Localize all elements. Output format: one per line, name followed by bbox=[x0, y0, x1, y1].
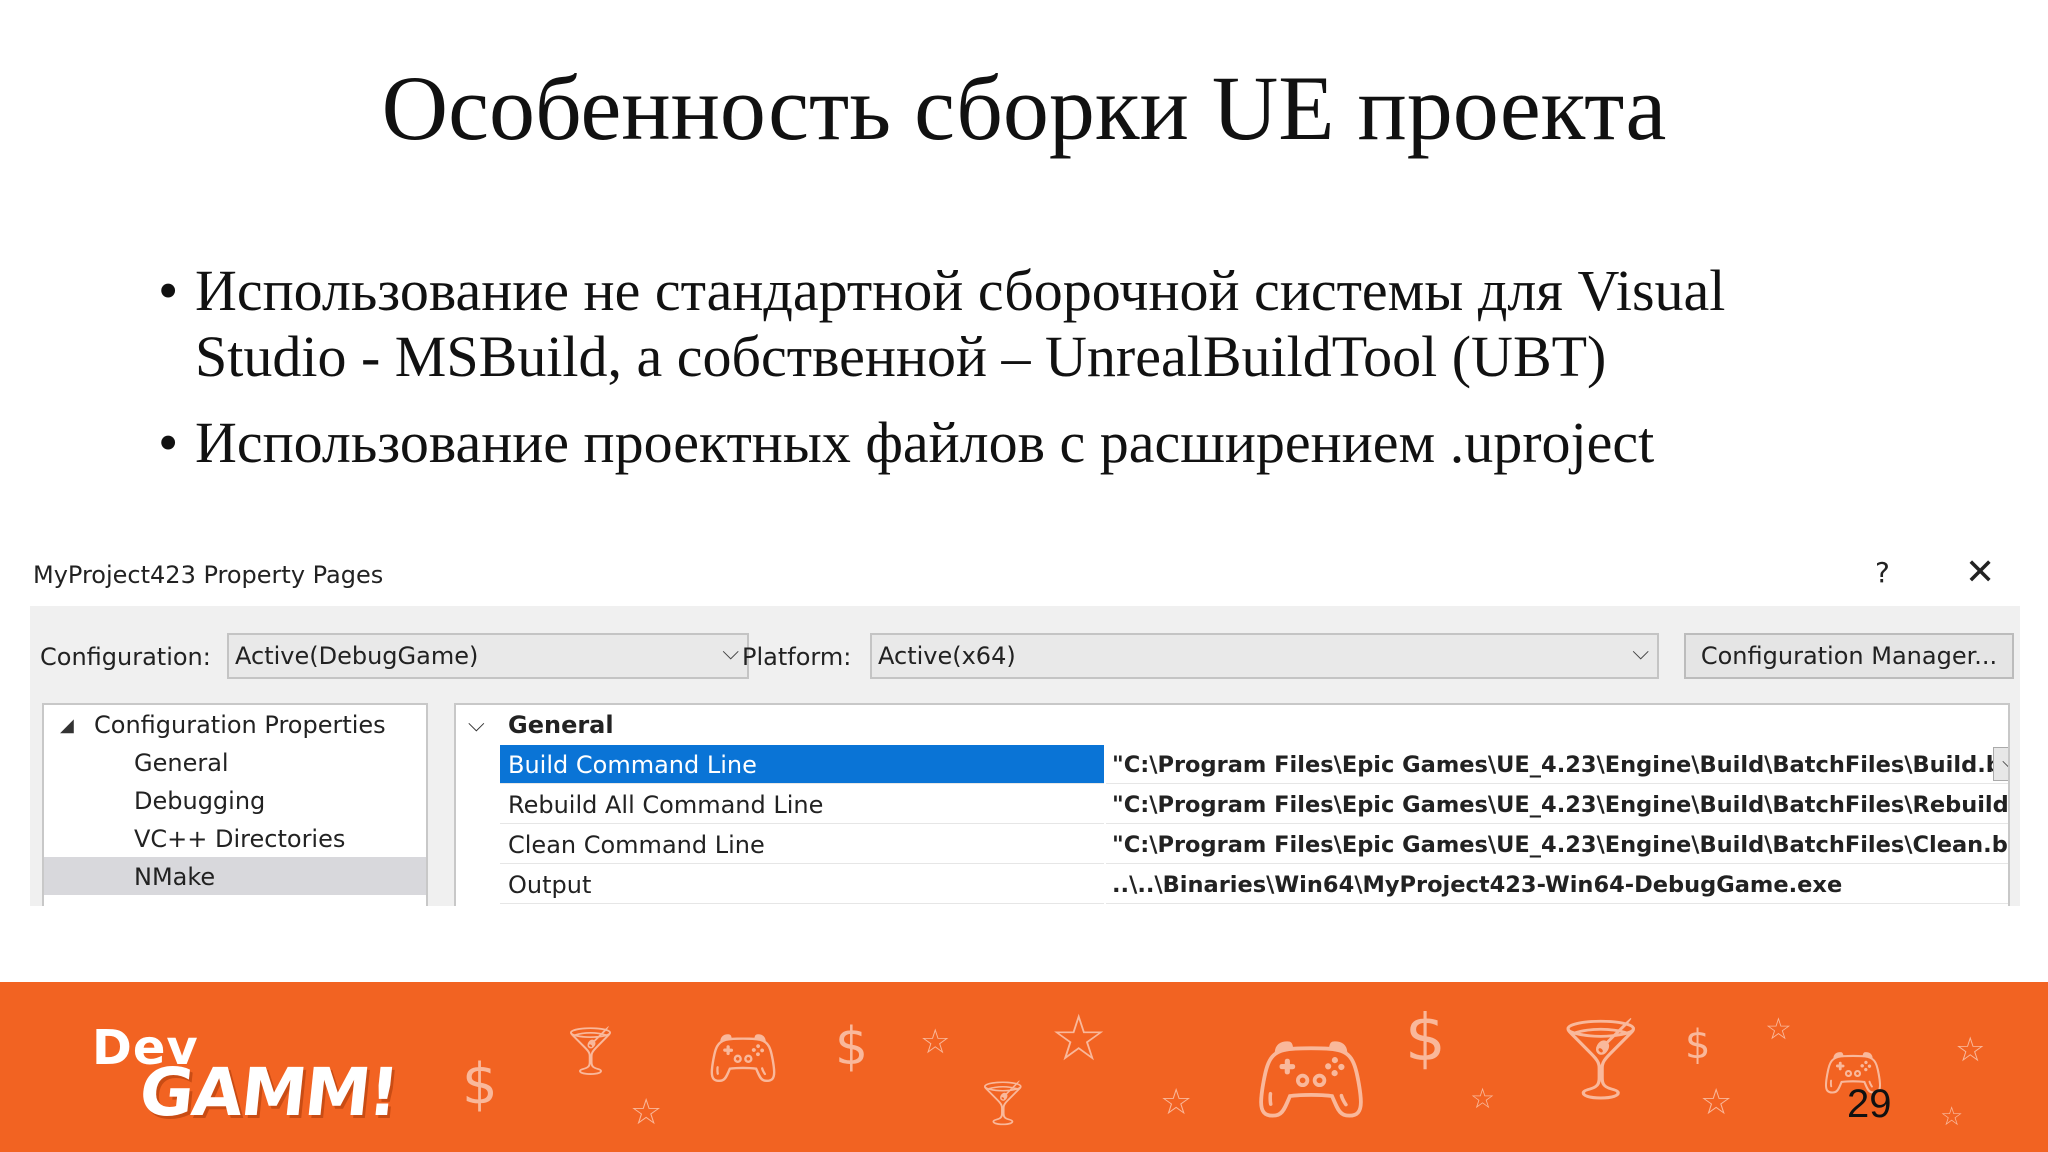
property-pages-dialog: MyProject423 Property Pages ? ✕ Configur… bbox=[30, 546, 2020, 906]
help-button[interactable]: ? bbox=[1875, 556, 1890, 589]
configuration-label: Configuration: bbox=[40, 643, 211, 671]
logo-gamm-text: GAMM! bbox=[135, 1054, 401, 1131]
tree-item-label: General bbox=[134, 749, 229, 777]
bullet-text-line: Использование проектных файлов с расшире… bbox=[195, 410, 1655, 475]
tree-item-label: Debugging bbox=[134, 787, 266, 815]
property-value-text: "C:\Program Files\Epic Games\UE_4.23\Eng… bbox=[1112, 752, 2008, 778]
property-value-text: "C:\Program Files\Epic Games\UE_4.23\Eng… bbox=[1112, 832, 2008, 858]
slide-title: Особенность сборки UE проекта bbox=[381, 57, 1667, 159]
tree-item-label: Configuration Properties bbox=[94, 711, 386, 739]
grid-section-title: General bbox=[508, 711, 614, 739]
property-value-text: "C:\Program Files\Epic Games\UE_4.23\Eng… bbox=[1112, 792, 2008, 818]
bullet-item: • Использование не стандартной сборочной… bbox=[150, 258, 1950, 390]
bullet-dot: • bbox=[158, 258, 179, 323]
bullet-dot: • bbox=[158, 410, 179, 475]
cocktail-icon: 🍸︎ bbox=[975, 1078, 1031, 1129]
star-icon: ☆ bbox=[1700, 1082, 1733, 1123]
property-name-build-command-line[interactable]: Build Command Line bbox=[500, 745, 1104, 784]
configuration-select-value: Active(DebugGame) bbox=[235, 642, 479, 670]
star-icon: ☆ bbox=[1765, 1012, 1792, 1047]
bullet-text-line: Использование не стандартной сборочной с… bbox=[195, 258, 1726, 323]
bullet-text-line: Studio - MSBuild, а собственной – Unreal… bbox=[195, 324, 1607, 389]
bullet-list: • Использование не стандартной сборочной… bbox=[150, 258, 1950, 496]
property-value-rebuild-command-line[interactable]: "C:\Program Files\Epic Games\UE_4.23\Eng… bbox=[1106, 785, 2008, 824]
tree-item-label: NMake bbox=[134, 863, 216, 891]
property-grid: ⌵ General Build Command Line "C:\Program… bbox=[454, 703, 2010, 906]
property-name-rebuild-command-line[interactable]: Rebuild All Command Line bbox=[500, 785, 1104, 824]
gamepad-icon: 🎮︎ bbox=[705, 1023, 782, 1093]
tree-item-vc-directories[interactable]: VC++ Directories bbox=[44, 819, 426, 857]
chevron-down-icon: ⌵ bbox=[722, 640, 739, 665]
cocktail-icon: 🍸︎ bbox=[560, 1023, 621, 1079]
property-name-label: Rebuild All Command Line bbox=[508, 791, 824, 819]
configuration-manager-button[interactable]: Configuration Manager... bbox=[1684, 633, 2014, 679]
gamepad-icon: 🎮︎ bbox=[1250, 1022, 1372, 1134]
bullet-item: • Использование проектных файлов с расши… bbox=[150, 410, 1950, 476]
tree-item-general[interactable]: General bbox=[44, 743, 426, 781]
star-icon: ☆ bbox=[1955, 1030, 1986, 1070]
property-tree: ◢ Configuration Properties General Debug… bbox=[42, 703, 428, 906]
tree-item-nmake[interactable]: NMake bbox=[44, 857, 426, 895]
dialog-body: Configuration: Active(DebugGame) ⌵ Platf… bbox=[30, 606, 2020, 906]
platform-select-value: Active(x64) bbox=[878, 642, 1016, 670]
property-dropdown-button[interactable]: ⌵ bbox=[1993, 747, 2008, 781]
property-value-output[interactable]: ..\..\Binaries\Win64\MyProject423-Win64-… bbox=[1106, 865, 2008, 904]
configuration-select[interactable]: Active(DebugGame) ⌵ bbox=[227, 633, 749, 679]
grid-section-header[interactable]: ⌵ General bbox=[456, 705, 2008, 745]
tree-item-debugging[interactable]: Debugging bbox=[44, 781, 426, 819]
chevron-down-icon: ⌵ bbox=[468, 712, 485, 737]
property-name-label: Build Command Line bbox=[508, 751, 757, 779]
dollar-icon: $ bbox=[835, 1017, 869, 1077]
property-value-clean-command-line[interactable]: "C:\Program Files\Epic Games\UE_4.23\Eng… bbox=[1106, 825, 2008, 864]
dialog-titlebar: MyProject423 Property Pages ? ✕ bbox=[30, 546, 2020, 606]
dollar-icon: $ bbox=[1405, 1002, 1446, 1076]
dialog-title: MyProject423 Property Pages bbox=[33, 561, 384, 589]
star-icon: ☆ bbox=[1160, 1082, 1193, 1123]
dollar-icon: $ bbox=[1685, 1022, 1711, 1068]
property-name-clean-command-line[interactable]: Clean Command Line bbox=[500, 825, 1104, 864]
star-icon: ☆ bbox=[1940, 1102, 1964, 1132]
expand-triangle-icon: ◢ bbox=[60, 715, 74, 736]
star-icon: ☆ bbox=[920, 1022, 951, 1062]
cocktail-icon: 🍸︎ bbox=[1550, 1012, 1652, 1105]
property-name-label: Clean Command Line bbox=[508, 831, 765, 859]
platform-select[interactable]: Active(x64) ⌵ bbox=[870, 633, 1659, 679]
property-name-label: Output bbox=[508, 871, 592, 899]
platform-label: Platform: bbox=[742, 643, 852, 671]
star-icon: ☆ bbox=[1050, 1002, 1108, 1076]
dollar-icon: $ bbox=[462, 1052, 498, 1117]
tree-item-label: VC++ Directories bbox=[134, 825, 346, 853]
property-value-text: ..\..\Binaries\Win64\MyProject423-Win64-… bbox=[1112, 872, 1843, 898]
chevron-down-icon: ⌵ bbox=[1632, 640, 1649, 665]
property-name-output[interactable]: Output bbox=[500, 865, 1104, 904]
close-icon[interactable]: ✕ bbox=[1965, 552, 1995, 593]
tree-item-configuration-properties[interactable]: ◢ Configuration Properties bbox=[44, 705, 426, 743]
page-number: 29 bbox=[1847, 1082, 1892, 1126]
property-value-build-command-line[interactable]: "C:\Program Files\Epic Games\UE_4.23\Eng… bbox=[1106, 745, 2008, 784]
star-icon: ☆ bbox=[630, 1092, 663, 1133]
star-icon: ☆ bbox=[1470, 1082, 1496, 1115]
footer-banner: Dev GAMM! $ 🍸︎ ☆ 🎮︎ $ ☆ 🍸︎ ☆ ☆ 🎮︎ $ ☆ 🍸︎… bbox=[0, 982, 2048, 1152]
